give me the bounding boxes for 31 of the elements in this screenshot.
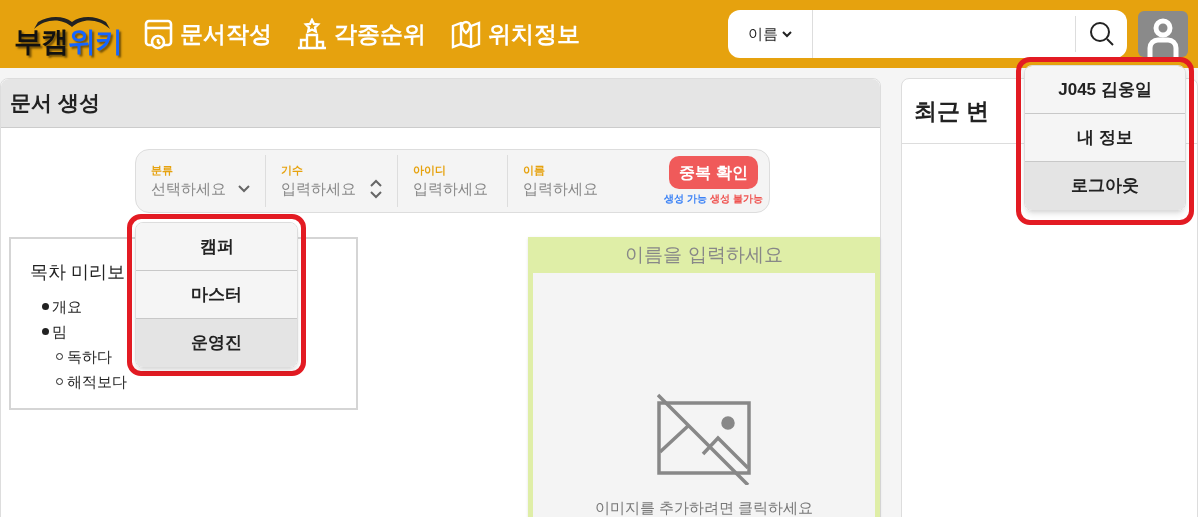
menu-item[interactable]: 내 정보	[1025, 114, 1185, 162]
document-clock-icon	[144, 18, 174, 50]
bullet-icon	[42, 303, 49, 310]
person-icon	[1146, 17, 1180, 57]
toc-item[interactable]: 독하다	[67, 344, 112, 369]
toc-item[interactable]: 개요	[52, 294, 82, 319]
panel-title: 문서 생성	[10, 90, 100, 117]
map-pin-icon	[450, 18, 482, 50]
avatar-button[interactable]	[1138, 11, 1188, 57]
legend-label: 생성 불가능	[710, 192, 763, 206]
menu-item[interactable]: J045 김웅일	[1025, 66, 1185, 114]
menu-item[interactable]: 마스터	[136, 271, 297, 319]
chevron-down-icon	[238, 185, 250, 194]
podium-star-icon	[296, 18, 328, 50]
open-book-icon	[32, 14, 112, 30]
chevron-down-icon	[782, 30, 792, 38]
menu-item[interactable]: 캠퍼	[136, 223, 297, 271]
toc-title: 목차 미리보	[30, 261, 126, 284]
bullet-icon	[42, 328, 49, 335]
stepper-icon	[370, 179, 382, 200]
search-icon	[1088, 21, 1115, 47]
toc-item[interactable]: 밈	[52, 319, 67, 344]
toc-item[interactable]: 해적보다	[67, 369, 127, 394]
menu-item[interactable]: 로그아웃	[1025, 162, 1185, 210]
logo-text[interactable]: 부캠	[14, 26, 68, 57]
image-dropzone[interactable]: 이미지를 추가하려면 클릭하세요	[533, 273, 875, 517]
search-scope-dropdown[interactable]: 이름	[728, 10, 813, 58]
menu-item[interactable]: 운영진	[136, 319, 297, 367]
image-hint: 이미지를 추가하려면 클릭하세요	[594, 497, 814, 517]
panel-title: 최근 변	[913, 96, 989, 126]
legend-label: 생성 가능	[664, 192, 708, 206]
